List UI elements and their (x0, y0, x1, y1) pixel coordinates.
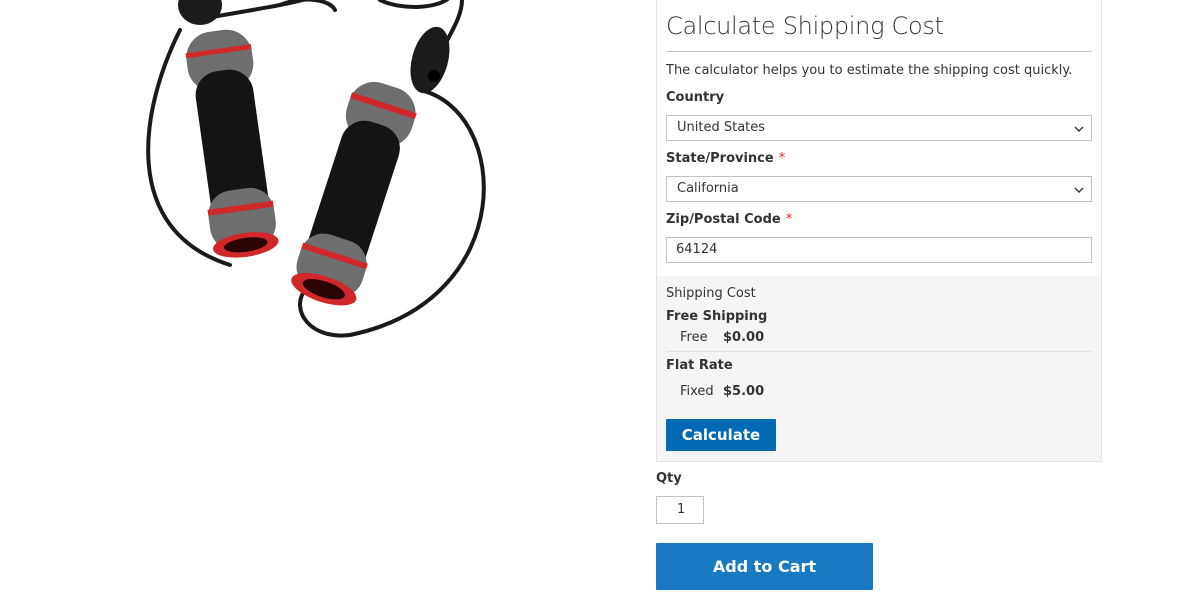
add-to-cart-button[interactable]: Add to Cart (656, 543, 873, 590)
country-value: United States (677, 120, 766, 135)
chevron-down-icon (1074, 187, 1084, 193)
state-label-text: State/Province (666, 151, 774, 166)
zip-label-text: Zip/Postal Code (666, 212, 781, 227)
qty-input[interactable]: 1 (656, 496, 704, 524)
required-marker: * (785, 212, 793, 227)
state-select[interactable]: California (666, 176, 1092, 202)
shipping-calculator: Calculate Shipping Cost The calculator h… (656, 0, 1102, 462)
country-select[interactable]: United States (666, 115, 1092, 141)
state-value: California (677, 181, 739, 196)
method-label: Free (680, 330, 708, 345)
shipping-results: Shipping Cost Free Shipping Free $0.00 F… (657, 276, 1101, 461)
state-label: State/Province * (666, 150, 1092, 168)
method-row-flat: Fixed $5.00 (666, 383, 1092, 401)
method-price: $5.00 (723, 384, 765, 399)
method-label: Fixed (680, 384, 714, 399)
method-divider (666, 351, 1092, 352)
shipping-form: Calculate Shipping Cost The calculator h… (657, 0, 1101, 276)
shipping-title: Calculate Shipping Cost (666, 10, 1092, 52)
jump-rope-image (146, 0, 486, 338)
zip-input[interactable]: 64124 (666, 237, 1092, 263)
calculate-button[interactable]: Calculate (666, 419, 776, 451)
method-name-free: Free Shipping (666, 309, 768, 324)
zip-label: Zip/Postal Code * (666, 211, 1092, 229)
qty-label: Qty (656, 471, 682, 486)
method-price: $0.00 (723, 330, 765, 345)
product-page: Calculate Shipping Cost The calculator h… (0, 0, 1196, 595)
country-label-text: Country (666, 90, 725, 105)
results-title: Shipping Cost (666, 286, 756, 301)
method-row-free: Free $0.00 (666, 329, 1092, 347)
chevron-down-icon (1074, 126, 1084, 132)
method-name-flat: Flat Rate (666, 358, 733, 373)
country-label: Country (666, 89, 1092, 107)
product-image[interactable] (80, 0, 600, 420)
required-marker: * (778, 151, 786, 166)
shipping-description: The calculator helps you to estimate the… (666, 63, 1073, 78)
